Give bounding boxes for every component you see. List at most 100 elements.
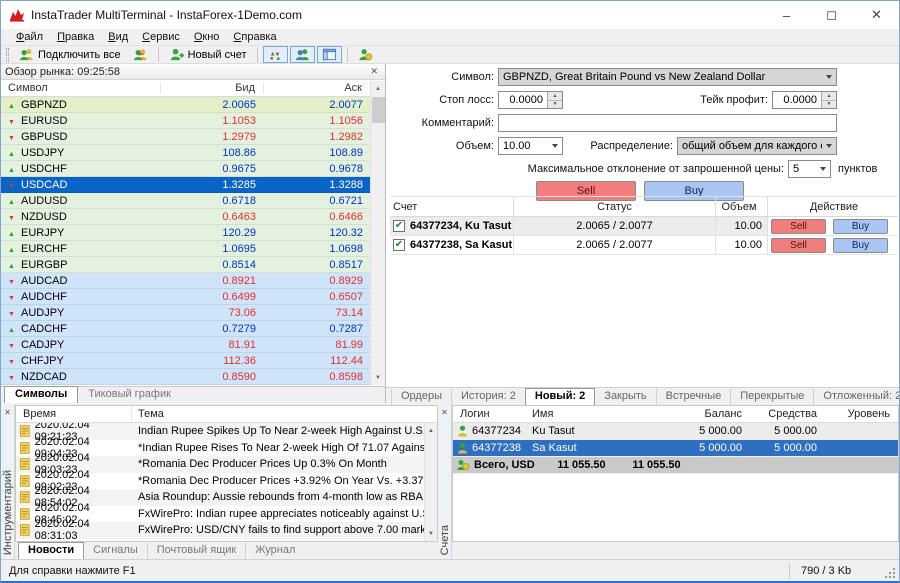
order-account-row[interactable]: ✔64377234, Ku Tasut 2.0065 / 2.0077 10.0… — [390, 217, 897, 236]
market-row[interactable]: EURCHF 1.0695 1.0698 — [1, 241, 371, 257]
market-row[interactable]: CADJPY 81.91 81.99 — [1, 337, 371, 353]
toolbar-grip[interactable] — [6, 48, 9, 62]
tab-symbols[interactable]: Символы — [4, 386, 78, 403]
accounts-panel: ✕ Счета Логин Имя Баланс Средства Уровен… — [438, 405, 900, 559]
menu-item[interactable]: Файл — [9, 31, 50, 43]
scroll-down-icon[interactable]: ▼ — [371, 370, 385, 385]
news-scrollbar[interactable]: ▲ ▼ — [424, 423, 437, 541]
bid-value: 0.7279 — [161, 323, 264, 335]
market-row[interactable]: CADCHF 0.7279 0.7287 — [1, 321, 371, 337]
market-watch-title: Обзор рынка: 09:25:58 — [5, 66, 120, 78]
order-account-row[interactable]: ✔64377238, Sa Kasut 2.0065 / 2.0077 10.0… — [390, 236, 897, 255]
step-down-icon[interactable]: ▼ — [548, 100, 562, 109]
market-row[interactable]: AUDUSD 0.6718 0.6721 — [1, 193, 371, 209]
bid-value: 0.6718 — [161, 195, 264, 207]
trade-tab[interactable]: Отложенный: 2 — [813, 389, 900, 405]
close-button[interactable]: ✕ — [854, 1, 899, 29]
stop-loss-stepper[interactable]: ▲▼ — [547, 92, 562, 108]
scroll-thumb[interactable] — [372, 97, 385, 123]
ask-value: 0.6721 — [264, 195, 371, 207]
price-direction-icon — [7, 211, 16, 223]
account-settings-button[interactable] — [353, 46, 378, 63]
checkbox-checked[interactable]: ✔ — [393, 239, 405, 251]
symbol-label: AUDCHF — [21, 291, 67, 303]
market-watch-scrollbar[interactable]: ▲ ▼ — [370, 81, 385, 385]
market-row[interactable]: CHFJPY 112.36 112.44 — [1, 353, 371, 369]
trade-tab[interactable]: История: 2 — [451, 389, 525, 405]
disconnect-icon — [133, 47, 148, 62]
deviation-combo[interactable]: 5 — [788, 160, 831, 178]
checkbox-checked[interactable]: ✔ — [393, 220, 405, 232]
ask-value: 0.6507 — [264, 291, 371, 303]
menu-item[interactable]: Справка — [226, 31, 283, 43]
account-row[interactable]: 64377238 Sa Kasut 5 000.00 5 000.00 — [453, 440, 898, 457]
stop-loss-input[interactable]: 0.0000 ▲▼ — [498, 91, 563, 109]
market-row[interactable]: GBPUSD 1.2979 1.2982 — [1, 129, 371, 145]
ask-value: 1.3288 — [264, 179, 371, 191]
tab-tick-chart[interactable]: Тиковый график — [78, 387, 181, 403]
menu-item[interactable]: Правка — [50, 31, 101, 43]
symbol-select[interactable]: GBPNZD, Great Britain Pound vs New Zeala… — [498, 68, 837, 86]
trade-tab[interactable]: Встречные — [656, 389, 731, 405]
resize-grip[interactable] — [885, 568, 896, 579]
market-row[interactable]: NZDCAD 0.8590 0.8598 — [1, 369, 371, 385]
step-up-icon[interactable]: ▲ — [548, 92, 562, 100]
trade-tab[interactable]: Перекрытые — [730, 389, 813, 405]
account-row[interactable]: 64377234 Ku Tasut 5 000.00 5 000.00 — [453, 423, 898, 440]
market-row[interactable]: NZDUSD 0.6463 0.6466 — [1, 209, 371, 225]
market-watch-toggle[interactable] — [263, 46, 288, 63]
toolbox-close-icon[interactable]: ✕ — [1, 405, 14, 417]
take-profit-stepper[interactable]: ▲▼ — [821, 92, 836, 108]
volume-combo[interactable]: 10.00 — [498, 137, 563, 155]
menu-item[interactable]: Вид — [101, 31, 135, 43]
price-direction-icon — [7, 115, 16, 127]
connect-all-button[interactable]: Подключить все — [14, 46, 126, 63]
column-symbol[interactable]: Символ — [1, 82, 161, 94]
market-row[interactable]: USDJPY 108.86 108.89 — [1, 145, 371, 161]
accounts-close-icon[interactable]: ✕ — [438, 405, 451, 417]
step-up-icon[interactable]: ▲ — [822, 92, 836, 100]
column-ask[interactable]: Аск — [264, 82, 370, 94]
toolbox-tab[interactable]: Новости — [18, 542, 84, 559]
trade-tab[interactable]: Ордеры — [391, 389, 451, 405]
maximize-button[interactable]: ◻ — [809, 1, 854, 29]
market-row[interactable]: USDCHF 0.9675 0.9678 — [1, 161, 371, 177]
market-row[interactable]: AUDCAD 0.8921 0.8929 — [1, 273, 371, 289]
market-row[interactable]: AUDCHF 0.6499 0.6507 — [1, 289, 371, 305]
row-buy-button[interactable]: Buy — [833, 219, 888, 234]
scroll-up-icon[interactable]: ▲ — [425, 423, 437, 438]
bid-value: 0.6499 — [161, 291, 264, 303]
step-down-icon[interactable]: ▼ — [822, 100, 836, 109]
order-table-header: Счет Статус Объем Действие — [390, 197, 897, 217]
row-sell-button[interactable]: Sell — [771, 238, 826, 253]
column-bid[interactable]: Бид — [161, 82, 264, 94]
row-sell-button[interactable]: Sell — [771, 219, 826, 234]
news-row[interactable]: 2020.02.04 08:31:03 FxWirePro: USD/CNY f… — [16, 522, 424, 539]
minimize-button[interactable]: – — [764, 1, 809, 29]
market-row[interactable]: USDCAD 1.3285 1.3288 — [1, 177, 371, 193]
comment-input[interactable] — [498, 114, 837, 132]
distribution-combo[interactable]: общий объем для каждого ордера — [677, 137, 837, 155]
scroll-down-icon[interactable]: ▼ — [425, 526, 437, 541]
new-account-button[interactable]: Новый счет — [164, 46, 252, 63]
market-row[interactable]: EURJPY 120.29 120.32 — [1, 225, 371, 241]
toolbox-toggle[interactable] — [317, 46, 342, 63]
market-row[interactable]: EURUSD 1.1053 1.1056 — [1, 113, 371, 129]
scroll-up-icon[interactable]: ▲ — [371, 81, 385, 96]
market-row[interactable]: GBPNZD 2.0065 2.0077 — [1, 97, 371, 113]
trade-tab[interactable]: Закрыть — [595, 389, 655, 405]
disconnect-all-button[interactable] — [128, 46, 153, 63]
toolbox-tab[interactable]: Сигналы — [84, 543, 147, 559]
market-row[interactable]: EURGBP 0.8514 0.8517 — [1, 257, 371, 273]
market-row[interactable]: AUDJPY 73.06 73.14 — [1, 305, 371, 321]
symbol-cell: EURUSD — [1, 115, 161, 127]
take-profit-input[interactable]: 0.0000 ▲▼ — [772, 91, 837, 109]
toolbox-tab[interactable]: Почтовый ящик — [147, 543, 245, 559]
menu-item[interactable]: Окно — [187, 31, 227, 43]
row-buy-button[interactable]: Buy — [833, 238, 888, 253]
menu-item[interactable]: Сервис — [135, 31, 187, 43]
accounts-toggle[interactable] — [290, 46, 315, 63]
toolbox-tab[interactable]: Журнал — [245, 543, 304, 559]
market-watch-close-icon[interactable]: ✕ — [367, 66, 381, 77]
trade-tab[interactable]: Новый: 2 — [525, 388, 595, 405]
